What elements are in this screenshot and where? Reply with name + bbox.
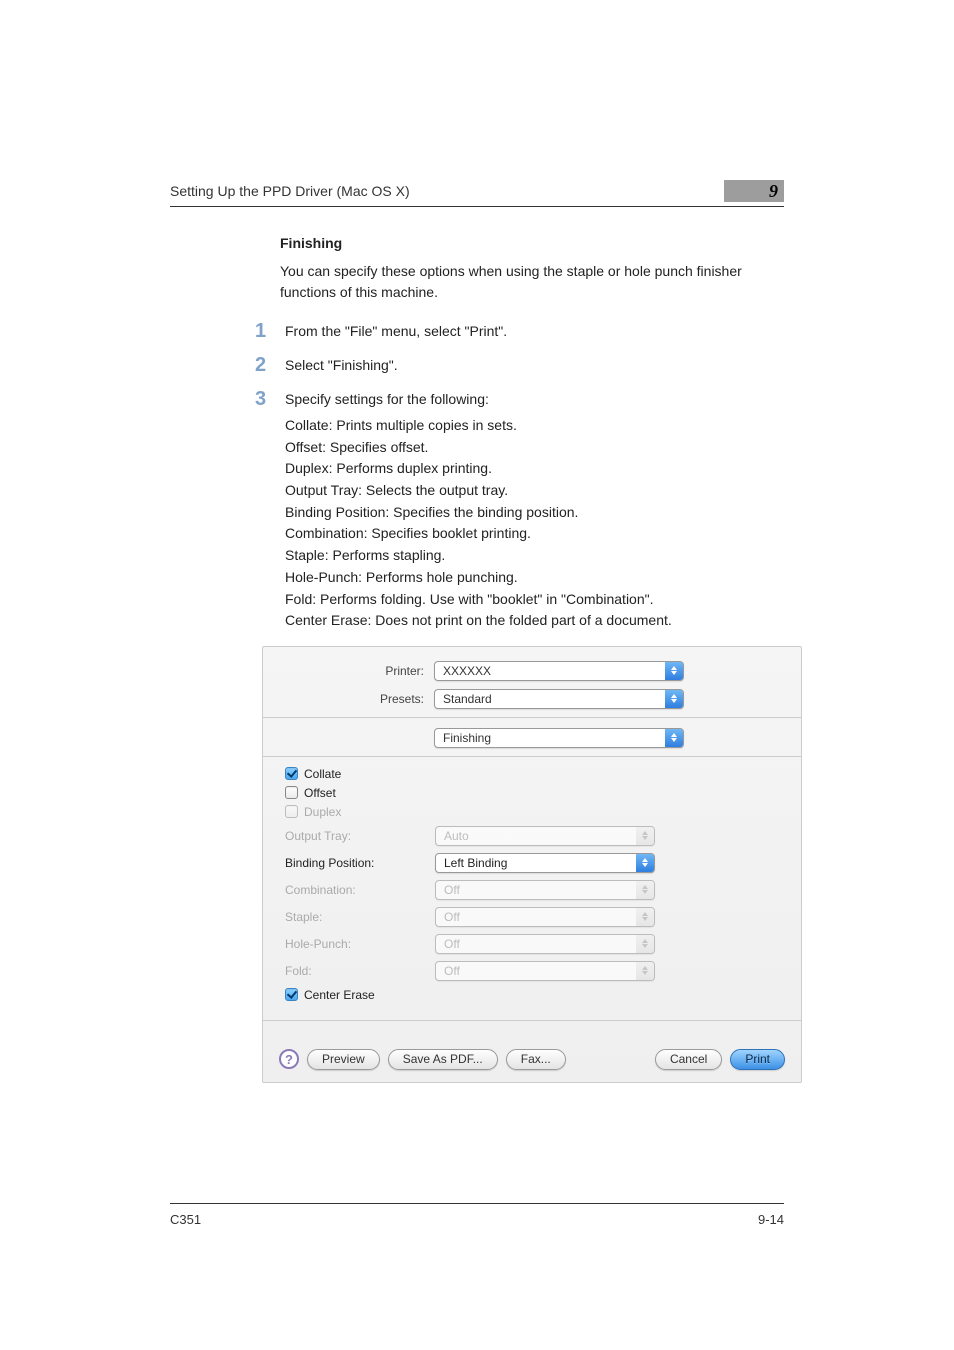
staple-row: Staple: Off [285,907,785,927]
step-3: 3 Specify settings for the following: Co… [255,389,784,632]
sublist-item: Output Tray: Selects the output tray. [285,480,784,502]
footer-right: 9-14 [758,1212,784,1227]
sublist-item: Hole-Punch: Performs hole punching. [285,567,784,589]
sublist: Collate: Prints multiple copies in sets.… [285,415,784,632]
select-arrow-icon [636,935,654,953]
footer-left: C351 [170,1212,201,1227]
duplex-label: Duplex [304,805,341,819]
output-tray-label: Output Tray: [285,829,435,843]
hole-punch-row: Hole-Punch: Off [285,934,785,954]
step-text: Specify settings for the following: Coll… [285,389,784,632]
select-arrow-icon [636,962,654,980]
save-as-pdf-button[interactable]: Save As PDF... [388,1049,498,1070]
duplex-row: Duplex [285,805,785,819]
step-number: 1 [255,321,285,341]
offset-label: Offset [304,786,336,800]
print-dialog: Printer: XXXXXX Presets: Standard Finish… [262,646,802,1083]
header-rule [170,206,784,207]
staple-select: Off [435,907,655,927]
dialog-separator [263,1020,801,1021]
hole-punch-select: Off [435,934,655,954]
output-tray-select: Auto [435,826,655,846]
presets-value: Standard [435,692,665,706]
select-arrow-icon [636,827,654,845]
presets-label: Presets: [279,692,434,706]
hole-punch-label: Hole-Punch: [285,937,435,951]
select-arrow-icon [665,729,683,747]
header-title: Setting Up the PPD Driver (Mac OS X) [170,183,724,199]
sublist-item: Combination: Specifies booklet printing. [285,523,784,545]
printer-label: Printer: [279,664,434,678]
collate-checkbox[interactable] [285,767,298,780]
offset-row: Offset [285,786,785,800]
binding-position-row: Binding Position: Left Binding [285,853,785,873]
center-erase-checkbox[interactable] [285,988,298,1001]
fold-select: Off [435,961,655,981]
combination-value: Off [436,883,636,897]
binding-position-value: Left Binding [436,856,636,870]
output-tray-value: Auto [436,829,636,843]
presets-select[interactable]: Standard [434,689,684,709]
fax-button[interactable]: Fax... [506,1049,566,1070]
chapter-number: 9 [769,181,778,202]
fold-value: Off [436,964,636,978]
collate-label: Collate [304,767,341,781]
output-tray-row: Output Tray: Auto [285,826,785,846]
sublist-item: Staple: Performs stapling. [285,545,784,567]
step-3-lead: Specify settings for the following: [285,391,489,407]
chapter-badge: 9 [724,180,784,202]
select-arrow-icon [636,854,654,872]
combination-row: Combination: Off [285,880,785,900]
select-arrow-icon [636,881,654,899]
preview-button[interactable]: Preview [307,1049,380,1070]
sublist-item: Center Erase: Does not print on the fold… [285,610,784,632]
cancel-button[interactable]: Cancel [655,1049,722,1070]
sublist-item: Offset: Specifies offset. [285,437,784,459]
panel-select[interactable]: Finishing [434,728,684,748]
sublist-item: Collate: Prints multiple copies in sets. [285,415,784,437]
printer-select[interactable]: XXXXXX [434,661,684,681]
dialog-separator [263,756,801,757]
offset-checkbox[interactable] [285,786,298,799]
section-title: Finishing [280,235,784,251]
help-button[interactable]: ? [279,1049,299,1069]
sublist-item: Binding Position: Specifies the binding … [285,502,784,524]
hole-punch-value: Off [436,937,636,951]
fold-row: Fold: Off [285,961,785,981]
staple-value: Off [436,910,636,924]
step-number: 3 [255,389,285,632]
fold-label: Fold: [285,964,435,978]
binding-position-select[interactable]: Left Binding [435,853,655,873]
staple-label: Staple: [285,910,435,924]
step-number: 2 [255,355,285,375]
step-text: Select "Finishing". [285,355,784,375]
dialog-separator [263,717,801,718]
step-2: 2 Select "Finishing". [255,355,784,375]
select-arrow-icon [636,908,654,926]
print-button[interactable]: Print [730,1049,785,1070]
printer-value: XXXXXX [435,664,665,678]
combination-label: Combination: [285,883,435,897]
combination-select: Off [435,880,655,900]
select-arrow-icon [665,662,683,680]
panel-value: Finishing [435,731,665,745]
collate-row: Collate [285,767,785,781]
step-1: 1 From the "File" menu, select "Print". [255,321,784,341]
section-intro: You can specify these options when using… [280,261,784,303]
binding-position-label: Binding Position: [285,856,435,870]
step-text: From the "File" menu, select "Print". [285,321,784,341]
select-arrow-icon [665,690,683,708]
sublist-item: Duplex: Performs duplex printing. [285,458,784,480]
duplex-checkbox [285,805,298,818]
center-erase-label: Center Erase [304,988,375,1002]
sublist-item: Fold: Performs folding. Use with "bookle… [285,589,784,611]
center-erase-row: Center Erase [285,988,785,1002]
